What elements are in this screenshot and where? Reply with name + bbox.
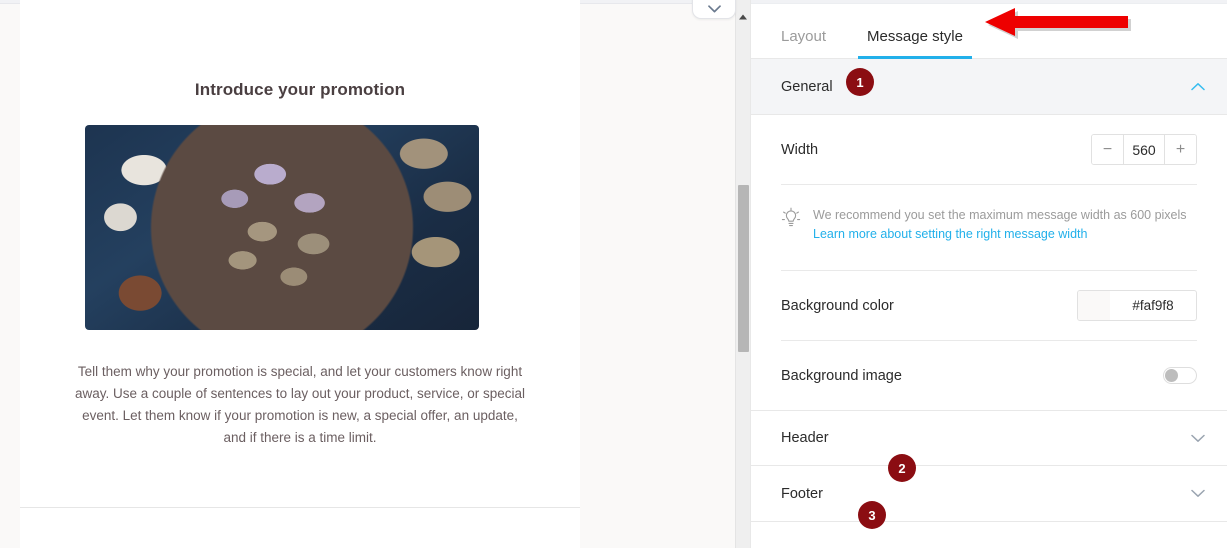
width-label: Width [781, 141, 819, 158]
step-badge-2: 2 [888, 454, 916, 482]
chevron-down-icon [707, 5, 721, 13]
row-background-image: Background image [781, 341, 1197, 410]
email-hero-image[interactable] [85, 125, 479, 330]
width-recommendation-tip: We recommend you set the maximum message… [781, 185, 1197, 270]
tip-text-block: We recommend you set the maximum message… [813, 206, 1187, 244]
section-title-general: General [781, 78, 833, 95]
section-header-general[interactable]: General [751, 59, 1227, 115]
chevron-down-icon[interactable] [1191, 434, 1205, 443]
width-increment-button[interactable]: + [1165, 135, 1196, 164]
chevron-down-icon[interactable] [1191, 489, 1205, 498]
email-style-editor: Introduce your promotion Tell them why y… [0, 0, 1227, 548]
email-heading: Introduce your promotion [194, 80, 406, 99]
step-badge-1: 1 [846, 68, 874, 96]
row-background-color: Background color #faf9f8 [781, 271, 1197, 340]
tip-text: We recommend you set the maximum message… [813, 208, 1187, 222]
section-header-header[interactable]: Header [751, 410, 1227, 466]
email-preview-canvas[interactable]: Introduce your promotion Tell them why y… [0, 0, 750, 548]
section-body-general: Width − 560 + We recommend you set the m… [751, 115, 1227, 410]
background-color-swatch[interactable] [1078, 291, 1110, 320]
email-banner-image [20, 0, 580, 42]
email-hero-image-wrapper [20, 100, 580, 330]
row-width: Width − 560 + [781, 115, 1197, 184]
scroll-up-arrow-icon[interactable] [739, 7, 748, 25]
background-image-toggle[interactable] [1163, 367, 1197, 384]
width-stepper[interactable]: − 560 + [1091, 134, 1197, 165]
width-decrement-button[interactable]: − [1092, 135, 1123, 164]
section-title-footer: Footer [781, 485, 823, 502]
message-style-panel: Layout Message style General Width − 560… [750, 0, 1227, 548]
email-document[interactable]: Introduce your promotion Tell them why y… [20, 0, 580, 548]
background-color-label: Background color [781, 297, 894, 314]
canvas-scrollbar-thumb[interactable] [738, 185, 749, 352]
section-title-header: Header [781, 430, 829, 446]
email-next-section-heading: Use the bottom section to list [20, 508, 580, 548]
background-color-value[interactable]: #faf9f8 [1110, 298, 1196, 313]
email-body-text: Tell them why your promotion is special,… [75, 364, 525, 445]
tab-message-style[interactable]: Message style [858, 29, 972, 59]
background-color-field[interactable]: #faf9f8 [1077, 290, 1197, 321]
width-input[interactable]: 560 [1123, 135, 1165, 164]
background-image-label: Background image [781, 367, 902, 384]
step-badge-3: 3 [858, 501, 886, 529]
tab-layout[interactable]: Layout [781, 29, 826, 58]
section-header-footer[interactable]: Footer [751, 466, 1227, 522]
toggle-knob [1165, 369, 1178, 382]
collapse-preview-button[interactable] [692, 0, 736, 19]
red-left-arrow-annotation [985, 8, 1135, 49]
lightbulb-icon [781, 207, 801, 235]
learn-more-link[interactable]: Learn more about setting the right messa… [813, 225, 1187, 244]
chevron-up-icon[interactable] [1191, 82, 1205, 91]
canvas-scrollbar[interactable] [735, 0, 750, 548]
